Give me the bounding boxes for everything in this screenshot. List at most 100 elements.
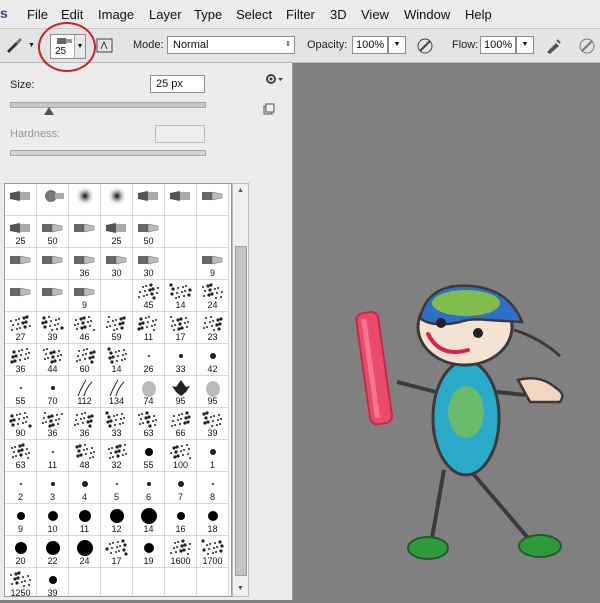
brush-preset-cell[interactable]: 17	[101, 536, 133, 568]
brush-preset-cell[interactable]: 14	[101, 344, 133, 376]
brush-preset-cell[interactable]: 33	[101, 408, 133, 440]
document-canvas[interactable]	[293, 63, 600, 600]
pressure-opacity-icon[interactable]	[416, 37, 434, 55]
brush-preset-cell[interactable]: 39	[37, 568, 69, 596]
brush-preset-cell[interactable]: 22	[37, 536, 69, 568]
brush-preset-cell[interactable]: 11	[69, 504, 101, 536]
brush-preset-cell[interactable]: 9	[197, 248, 229, 280]
brush-preset-cell[interactable]: 134	[101, 376, 133, 408]
size-input[interactable]: 25 px	[150, 75, 205, 93]
brush-preset-cell[interactable]: 36	[69, 248, 101, 280]
brush-preset-cell[interactable]: 25	[101, 216, 133, 248]
brush-preset-cell[interactable]	[197, 184, 229, 216]
brush-preset-cell[interactable]: 30	[133, 248, 165, 280]
brush-preset-cell[interactable]: 6	[133, 472, 165, 504]
menu-type[interactable]: Type	[194, 7, 222, 22]
brush-preset-cell[interactable]: 39	[197, 408, 229, 440]
brush-preset-cell[interactable]: 17	[165, 312, 197, 344]
menu-3d[interactable]: 3D	[330, 7, 347, 22]
brush-tool-icon[interactable]	[4, 36, 22, 54]
brush-preset-cell[interactable]: 8	[197, 472, 229, 504]
brush-preset-cell[interactable]: 25	[5, 216, 37, 248]
brush-preset-cell[interactable]: 39	[37, 312, 69, 344]
brush-preset-cell[interactable]: 1250	[5, 568, 37, 596]
brush-preset-cell[interactable]: 36	[37, 408, 69, 440]
new-preset-icon[interactable]	[263, 103, 275, 115]
brush-preset-cell[interactable]: 9	[69, 280, 101, 312]
menu-file[interactable]: File	[27, 7, 48, 22]
brush-preset-cell[interactable]: 5	[101, 472, 133, 504]
menu-layer[interactable]: Layer	[149, 7, 182, 22]
brush-preset-cell[interactable]: 3	[37, 472, 69, 504]
brush-preset-cell[interactable]: 50	[133, 216, 165, 248]
gear-icon[interactable]	[264, 72, 284, 86]
brush-preset-cell[interactable]: 11	[37, 440, 69, 472]
brush-preset-cell[interactable]: 7	[165, 472, 197, 504]
brush-preset-cell[interactable]: 70	[37, 376, 69, 408]
scroll-down-icon[interactable]: ▼	[233, 582, 248, 596]
brush-preset-cell[interactable]	[37, 280, 69, 312]
brush-preset-cell[interactable]: 95	[165, 376, 197, 408]
brush-preset-cell[interactable]	[37, 184, 69, 216]
brush-preset-cell[interactable]: 48	[69, 440, 101, 472]
brush-preset-cell[interactable]: 36	[5, 344, 37, 376]
brush-preset-cell[interactable]: 26	[133, 344, 165, 376]
brush-preset-cell[interactable]	[197, 568, 229, 596]
preset-scrollbar[interactable]: ▲ ▼	[232, 183, 249, 597]
opacity-input[interactable]: 100%	[352, 36, 388, 54]
brush-preset-cell[interactable]: 74	[133, 376, 165, 408]
size-slider-thumb[interactable]	[44, 107, 54, 115]
brush-preset-cell[interactable]: 10	[37, 504, 69, 536]
brush-preset-cell[interactable]: 100	[165, 440, 197, 472]
brush-preset-cell[interactable]	[69, 184, 101, 216]
menu-filter[interactable]: Filter	[286, 7, 315, 22]
brush-preset-cell[interactable]: 90	[5, 408, 37, 440]
brush-preset-cell[interactable]: 55	[133, 440, 165, 472]
brush-preset-cell[interactable]: 19	[133, 536, 165, 568]
flow-dropdown-button[interactable]: ▼	[516, 36, 534, 54]
scroll-up-icon[interactable]: ▲	[233, 184, 248, 198]
menu-select[interactable]: Select	[236, 7, 272, 22]
brush-preset-cell[interactable]: 18	[197, 504, 229, 536]
brush-preset-cell[interactable]: 44	[37, 344, 69, 376]
brush-preset-cell[interactable]: 1700	[197, 536, 229, 568]
size-slider[interactable]	[10, 102, 206, 115]
brush-preset-cell[interactable]: 46	[69, 312, 101, 344]
brush-preset-cell[interactable]: 42	[197, 344, 229, 376]
brush-preset-cell[interactable]: 63	[5, 440, 37, 472]
menu-help[interactable]: Help	[465, 7, 492, 22]
brush-preset-cell[interactable]	[165, 216, 197, 248]
brush-preset-cell[interactable]: 112	[69, 376, 101, 408]
brush-preset-cell[interactable]: 24	[197, 280, 229, 312]
brush-preset-cell[interactable]: 60	[69, 344, 101, 376]
brush-preset-cell[interactable]	[5, 248, 37, 280]
brush-preset-cell[interactable]	[101, 280, 133, 312]
pressure-size-icon[interactable]	[578, 37, 596, 55]
brush-preset-cell[interactable]	[101, 184, 133, 216]
brush-preset-cell[interactable]: 14	[165, 280, 197, 312]
brush-preset-cell[interactable]: 66	[165, 408, 197, 440]
brush-preset-cell[interactable]: 55	[5, 376, 37, 408]
brush-preset-cell[interactable]: 20	[5, 536, 37, 568]
brush-preset-cell[interactable]: 9	[5, 504, 37, 536]
brush-preset-cell[interactable]: 27	[5, 312, 37, 344]
opacity-dropdown-button[interactable]: ▼	[388, 36, 406, 54]
brush-preset-cell[interactable]	[37, 248, 69, 280]
brush-preset-cell[interactable]	[101, 568, 133, 596]
brush-preset-cell[interactable]: 2	[5, 472, 37, 504]
brush-preset-cell[interactable]: 11	[133, 312, 165, 344]
brush-preset-cell[interactable]: 1600	[165, 536, 197, 568]
brush-preset-cell[interactable]	[5, 280, 37, 312]
brush-preset-cell[interactable]: 14	[133, 504, 165, 536]
brush-preset-cell[interactable]: 12	[101, 504, 133, 536]
brush-preset-cell[interactable]: 30	[101, 248, 133, 280]
brush-preset-cell[interactable]: 4	[69, 472, 101, 504]
brush-preset-cell[interactable]: 23	[197, 312, 229, 344]
brush-preset-cell[interactable]	[197, 216, 229, 248]
brush-preset-cell[interactable]: 95	[197, 376, 229, 408]
tool-preset-chevron-icon[interactable]: ▼	[28, 42, 35, 49]
flow-input[interactable]: 100%	[480, 36, 516, 54]
brush-preset-cell[interactable]	[69, 568, 101, 596]
brush-preset-cell[interactable]: 50	[37, 216, 69, 248]
brush-preset-cell[interactable]	[5, 184, 37, 216]
